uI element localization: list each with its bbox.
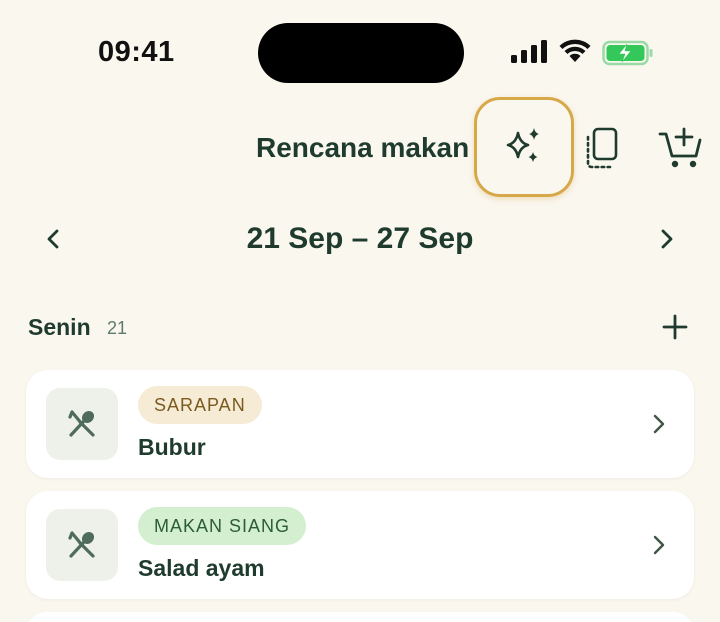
day-name: Senin	[28, 314, 91, 340]
meal-thumbnail	[46, 388, 118, 460]
plus-icon	[662, 314, 688, 340]
page-title: Rencana makan	[256, 132, 470, 163]
battery-charging-icon	[602, 40, 653, 66]
sparkles-icon	[506, 128, 539, 162]
add-to-cart-icon	[658, 127, 702, 168]
meal-name: Bubur	[138, 434, 206, 460]
meal-card-partial[interactable]	[26, 612, 694, 622]
cellular-signal-icon	[511, 40, 547, 63]
dynamic-island	[258, 23, 464, 83]
meal-name: Salad ayam	[138, 555, 265, 581]
chevron-right-icon	[653, 535, 665, 555]
chevron-right-icon	[661, 229, 673, 249]
day-number: 21	[107, 318, 128, 338]
utensils-icon	[68, 410, 95, 437]
add-meal-button[interactable]	[658, 310, 692, 344]
meal-card[interactable]: SARAPAN Bubur	[26, 370, 694, 478]
meal-thumbnail	[46, 509, 118, 581]
wifi-icon	[559, 39, 591, 62]
meal-type-badge: MAKAN SIANG	[138, 507, 307, 545]
chevron-right-icon	[653, 414, 665, 434]
status-bar: 09:41	[0, 0, 720, 105]
utensils-icon	[68, 531, 95, 558]
status-time: 09:41	[98, 36, 175, 68]
day-header: Senin 21	[28, 310, 692, 350]
next-week-button[interactable]	[650, 222, 684, 256]
meal-card[interactable]: MAKAN SIANG Salad ayam	[26, 491, 694, 599]
week-range-label: 21 Sep – 27 Sep	[246, 222, 474, 255]
add-to-cart-button[interactable]	[656, 124, 706, 172]
meal-open-chevron	[646, 408, 672, 440]
week-navigator: 21 Sep – 27 Sep	[0, 212, 720, 268]
copy-plan-button[interactable]	[580, 124, 624, 172]
ai-suggest-button[interactable]	[474, 97, 574, 197]
meal-type-badge: SARAPAN	[138, 386, 262, 424]
copy-plan-icon	[586, 127, 618, 169]
meal-open-chevron	[646, 529, 672, 561]
